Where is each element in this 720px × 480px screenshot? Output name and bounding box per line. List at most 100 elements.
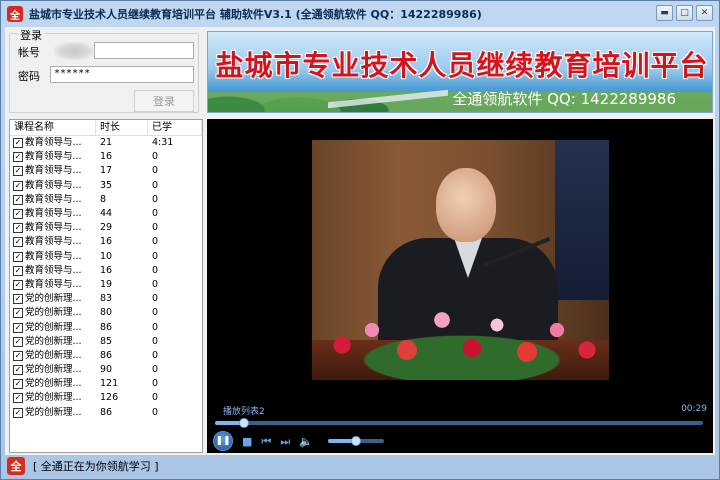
course-checkbox[interactable] bbox=[13, 322, 23, 333]
course-name: 党的创新理... bbox=[25, 392, 82, 404]
course-duration: 16 bbox=[100, 264, 113, 276]
volume-icon[interactable]: 🔈 bbox=[299, 436, 313, 447]
course-name: 教育领导与... bbox=[25, 179, 82, 191]
course-name-cell: 教育领导与... bbox=[10, 207, 96, 221]
course-checkbox[interactable] bbox=[13, 393, 23, 404]
account-blur bbox=[54, 42, 94, 60]
course-checkbox[interactable] bbox=[13, 365, 23, 376]
course-duration: 29 bbox=[100, 222, 113, 234]
course-row[interactable]: 教育领导与... 16 0 bbox=[10, 264, 202, 278]
course-checkbox[interactable] bbox=[13, 166, 23, 177]
account-field[interactable] bbox=[94, 42, 194, 59]
course-name: 教育领导与... bbox=[25, 165, 82, 177]
course-row[interactable]: 教育领导与... 8 0 bbox=[10, 193, 202, 207]
video-player[interactable]: 播放列表2 00:29 ❚❚ ■ ⏮ ⏭ 🔈 bbox=[207, 119, 713, 453]
course-row[interactable]: 教育领导与... 19 0 bbox=[10, 278, 202, 292]
column-course-name[interactable]: 课程名称 bbox=[10, 120, 96, 135]
course-row[interactable]: 党的创新理... 86 0 bbox=[10, 320, 202, 334]
course-checkbox[interactable] bbox=[13, 294, 23, 305]
course-name-cell: 党的创新理... bbox=[10, 377, 96, 391]
column-duration[interactable]: 时长 bbox=[96, 120, 148, 135]
course-row[interactable]: 教育领导与... 10 0 bbox=[10, 250, 202, 264]
course-row[interactable]: 教育领导与... 21 4:31 bbox=[10, 136, 202, 150]
course-name-cell: 教育领导与... bbox=[10, 136, 96, 150]
course-checkbox[interactable] bbox=[13, 279, 23, 290]
course-checkbox[interactable] bbox=[13, 379, 23, 390]
course-duration: 19 bbox=[100, 278, 113, 290]
video-backdrop bbox=[555, 140, 609, 300]
course-duration: 10 bbox=[100, 250, 113, 262]
previous-icon[interactable]: ⏮ bbox=[261, 436, 271, 447]
course-duration: 17 bbox=[100, 165, 113, 177]
course-checkbox[interactable] bbox=[13, 194, 23, 205]
course-name-cell: 教育领导与... bbox=[10, 278, 96, 292]
course-row[interactable]: 党的创新理... 121 0 bbox=[10, 377, 202, 391]
title-bar[interactable]: 全 盐城市专业技术人员继续教育培训平台 辅助软件V3.1 (全通领航软件 QQ：… bbox=[1, 1, 719, 27]
course-row[interactable]: 教育领导与... 16 0 bbox=[10, 235, 202, 249]
client-area: 登录 帐号 密码 ****** 登录 课程名称 时长 已学 教育领导与... 21… bbox=[5, 27, 715, 455]
video-flowers bbox=[312, 290, 609, 380]
column-learned[interactable]: 已学 bbox=[148, 120, 202, 135]
course-row[interactable]: 党的创新理... 86 0 bbox=[10, 406, 202, 420]
course-name: 党的创新理... bbox=[25, 307, 82, 319]
course-row[interactable]: 教育领导与... 17 0 bbox=[10, 164, 202, 178]
playback-time: 00:29 bbox=[681, 404, 707, 414]
pause-icon[interactable]: ❚❚ bbox=[213, 431, 233, 451]
maximize-button[interactable]: □ bbox=[676, 5, 693, 21]
course-name: 党的创新理... bbox=[25, 349, 82, 361]
next-icon[interactable]: ⏭ bbox=[280, 436, 290, 447]
stop-icon[interactable]: ■ bbox=[242, 436, 252, 447]
course-checkbox[interactable] bbox=[13, 237, 23, 248]
course-duration: 86 bbox=[100, 349, 113, 361]
course-name-cell: 党的创新理... bbox=[10, 363, 96, 377]
course-checkbox[interactable] bbox=[13, 336, 23, 347]
volume-handle[interactable] bbox=[350, 436, 361, 446]
course-learned: 0 bbox=[152, 406, 159, 418]
course-checkbox[interactable] bbox=[13, 265, 23, 276]
course-row[interactable]: 党的创新理... 85 0 bbox=[10, 335, 202, 349]
course-learned: 0 bbox=[152, 208, 159, 220]
course-row[interactable]: 党的创新理... 86 0 bbox=[10, 349, 202, 363]
minimize-button[interactable]: ▬ bbox=[656, 5, 673, 21]
course-learned: 0 bbox=[152, 278, 159, 290]
course-row[interactable]: 教育领导与... 44 0 bbox=[10, 207, 202, 221]
password-field[interactable]: ****** bbox=[50, 66, 194, 83]
player-controls: ❚❚ ■ ⏮ ⏭ 🔈 bbox=[213, 431, 384, 451]
course-name: 教育领导与... bbox=[25, 278, 82, 290]
course-row[interactable]: 党的创新理... 83 0 bbox=[10, 292, 202, 306]
course-name-cell: 教育领导与... bbox=[10, 221, 96, 235]
banner-subtitle: 全通领航软件 QQ: 1422289986 bbox=[452, 90, 676, 108]
close-button[interactable]: ✕ bbox=[696, 5, 713, 21]
course-row[interactable]: 党的创新理... 90 0 bbox=[10, 363, 202, 377]
course-checkbox[interactable] bbox=[13, 308, 23, 319]
login-button[interactable]: 登录 bbox=[134, 90, 194, 112]
course-row[interactable]: 教育领导与... 16 0 bbox=[10, 150, 202, 164]
status-text: [ 全通正在为你领航学习 ] bbox=[33, 460, 159, 473]
course-learned: 0 bbox=[152, 264, 159, 276]
course-checkbox[interactable] bbox=[13, 138, 23, 149]
seek-bar[interactable] bbox=[215, 418, 703, 428]
course-name-cell: 党的创新理... bbox=[10, 335, 96, 349]
course-checkbox[interactable] bbox=[13, 209, 23, 220]
course-name: 教育领导与... bbox=[25, 208, 82, 220]
course-duration: 35 bbox=[100, 179, 113, 191]
course-checkbox[interactable] bbox=[13, 350, 23, 361]
course-checkbox[interactable] bbox=[13, 152, 23, 163]
course-learned: 0 bbox=[152, 179, 159, 191]
course-learned: 0 bbox=[152, 193, 159, 205]
course-row[interactable]: 党的创新理... 126 0 bbox=[10, 391, 202, 405]
course-checkbox[interactable] bbox=[13, 407, 23, 418]
course-list[interactable]: 课程名称 时长 已学 教育领导与...214:31教育领导与...160教育领导… bbox=[9, 119, 203, 453]
course-checkbox[interactable] bbox=[13, 251, 23, 262]
volume-slider[interactable] bbox=[327, 436, 384, 446]
course-checkbox[interactable] bbox=[13, 223, 23, 234]
course-name-cell: 党的创新理... bbox=[10, 391, 96, 405]
video-frame[interactable] bbox=[312, 140, 609, 380]
video-speaker-head bbox=[436, 168, 496, 242]
seek-handle[interactable] bbox=[239, 418, 250, 428]
course-checkbox[interactable] bbox=[13, 180, 23, 191]
course-row[interactable]: 党的创新理... 80 0 bbox=[10, 306, 202, 320]
playlist-label[interactable]: 播放列表2 bbox=[223, 404, 265, 417]
course-row[interactable]: 教育领导与... 35 0 bbox=[10, 179, 202, 193]
course-row[interactable]: 教育领导与... 29 0 bbox=[10, 221, 202, 235]
